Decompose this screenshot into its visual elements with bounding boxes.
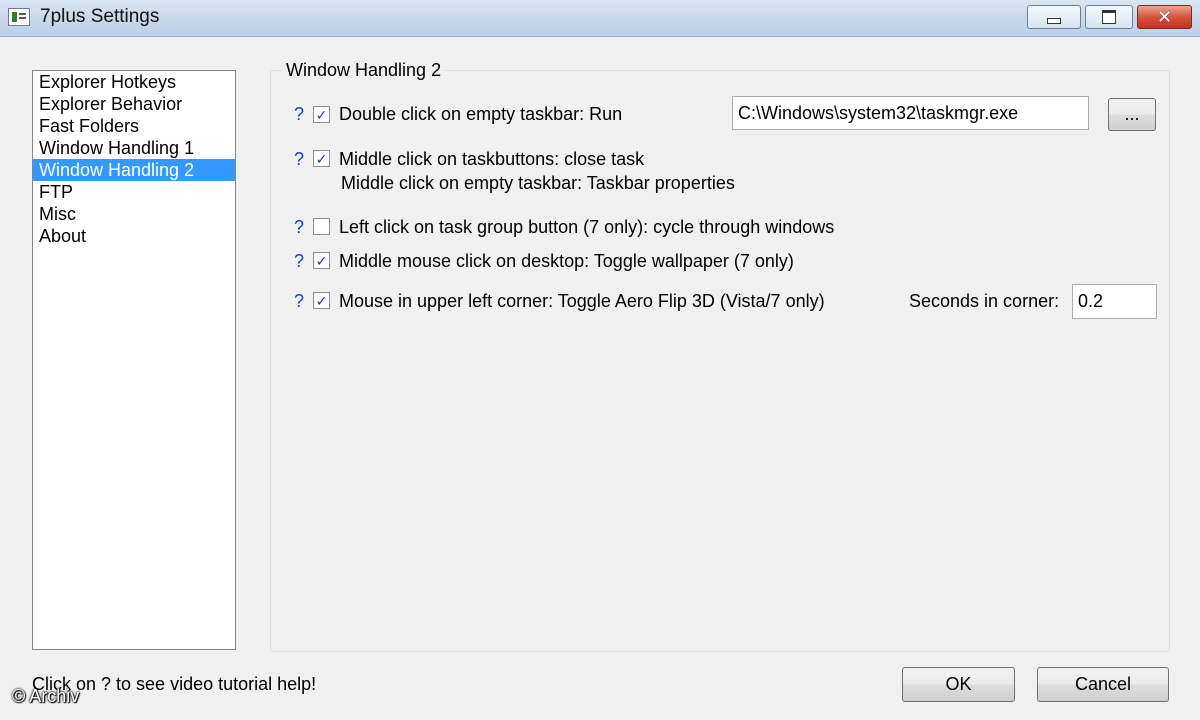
seconds-in-corner-label: Seconds in corner:	[909, 291, 1060, 311]
close-button[interactable]: ✕	[1137, 5, 1192, 29]
nav-item-fast-folders[interactable]: Fast Folders	[33, 115, 235, 137]
nav-item-explorer-hotkeys[interactable]: Explorer Hotkeys	[33, 71, 235, 93]
title-bar[interactable]: 7plus Settings ✕	[0, 0, 1200, 37]
seconds-in-corner-field[interactable]	[1072, 284, 1157, 319]
help-link-middle-desktop[interactable]: ?	[294, 251, 304, 272]
copyright-watermark: © Archiv	[12, 686, 80, 706]
aero-flip-checkbox[interactable]: ✓	[313, 292, 330, 309]
settings-category-list[interactable]: Explorer Hotkeys Explorer Behavior Fast …	[32, 70, 236, 650]
nav-item-misc[interactable]: Misc	[33, 203, 235, 225]
double-click-label: Double click on empty taskbar: Run	[339, 104, 623, 124]
nav-item-ftp[interactable]: FTP	[33, 181, 235, 203]
left-click-checkbox[interactable]	[313, 218, 330, 235]
maximize-icon	[1102, 10, 1116, 24]
middle-click-sub-label: Middle click on empty taskbar: Taskbar p…	[341, 173, 735, 193]
middle-desktop-label: Middle mouse click on desktop: Toggle wa…	[339, 251, 794, 271]
run-command-path-field[interactable]	[732, 96, 1089, 130]
nav-item-window-handling-1[interactable]: Window Handling 1	[33, 137, 235, 159]
double-click-checkbox[interactable]: ✓	[313, 106, 330, 123]
maximize-button[interactable]	[1085, 5, 1133, 29]
group-title: Window Handling 2	[282, 60, 446, 81]
browse-button[interactable]: ...	[1108, 98, 1156, 131]
middle-click-label: Middle click on taskbuttons: close task	[339, 149, 645, 169]
middle-click-checkbox[interactable]: ✓	[313, 150, 330, 167]
minimize-button[interactable]	[1027, 5, 1081, 29]
close-icon: ✕	[1156, 7, 1173, 27]
cancel-button[interactable]: Cancel	[1037, 667, 1169, 702]
help-link-middle-click[interactable]: ?	[294, 149, 304, 170]
left-click-label: Left click on task group button (7 only)…	[339, 217, 835, 237]
help-link-aero-flip[interactable]: ?	[294, 291, 304, 312]
ok-button[interactable]: OK	[902, 667, 1015, 702]
nav-item-about[interactable]: About	[33, 225, 235, 247]
window-title: 7plus Settings	[40, 6, 160, 27]
nav-item-explorer-behavior[interactable]: Explorer Behavior	[33, 93, 235, 115]
aero-flip-label: Mouse in upper left corner: Toggle Aero …	[339, 291, 825, 311]
minimize-icon	[1047, 18, 1061, 24]
help-link-left-click[interactable]: ?	[294, 217, 304, 238]
middle-desktop-checkbox[interactable]: ✓	[313, 252, 330, 269]
nav-item-window-handling-2[interactable]: Window Handling 2	[33, 159, 235, 181]
help-link-double-click[interactable]: ?	[294, 104, 304, 125]
app-icon	[8, 8, 30, 26]
